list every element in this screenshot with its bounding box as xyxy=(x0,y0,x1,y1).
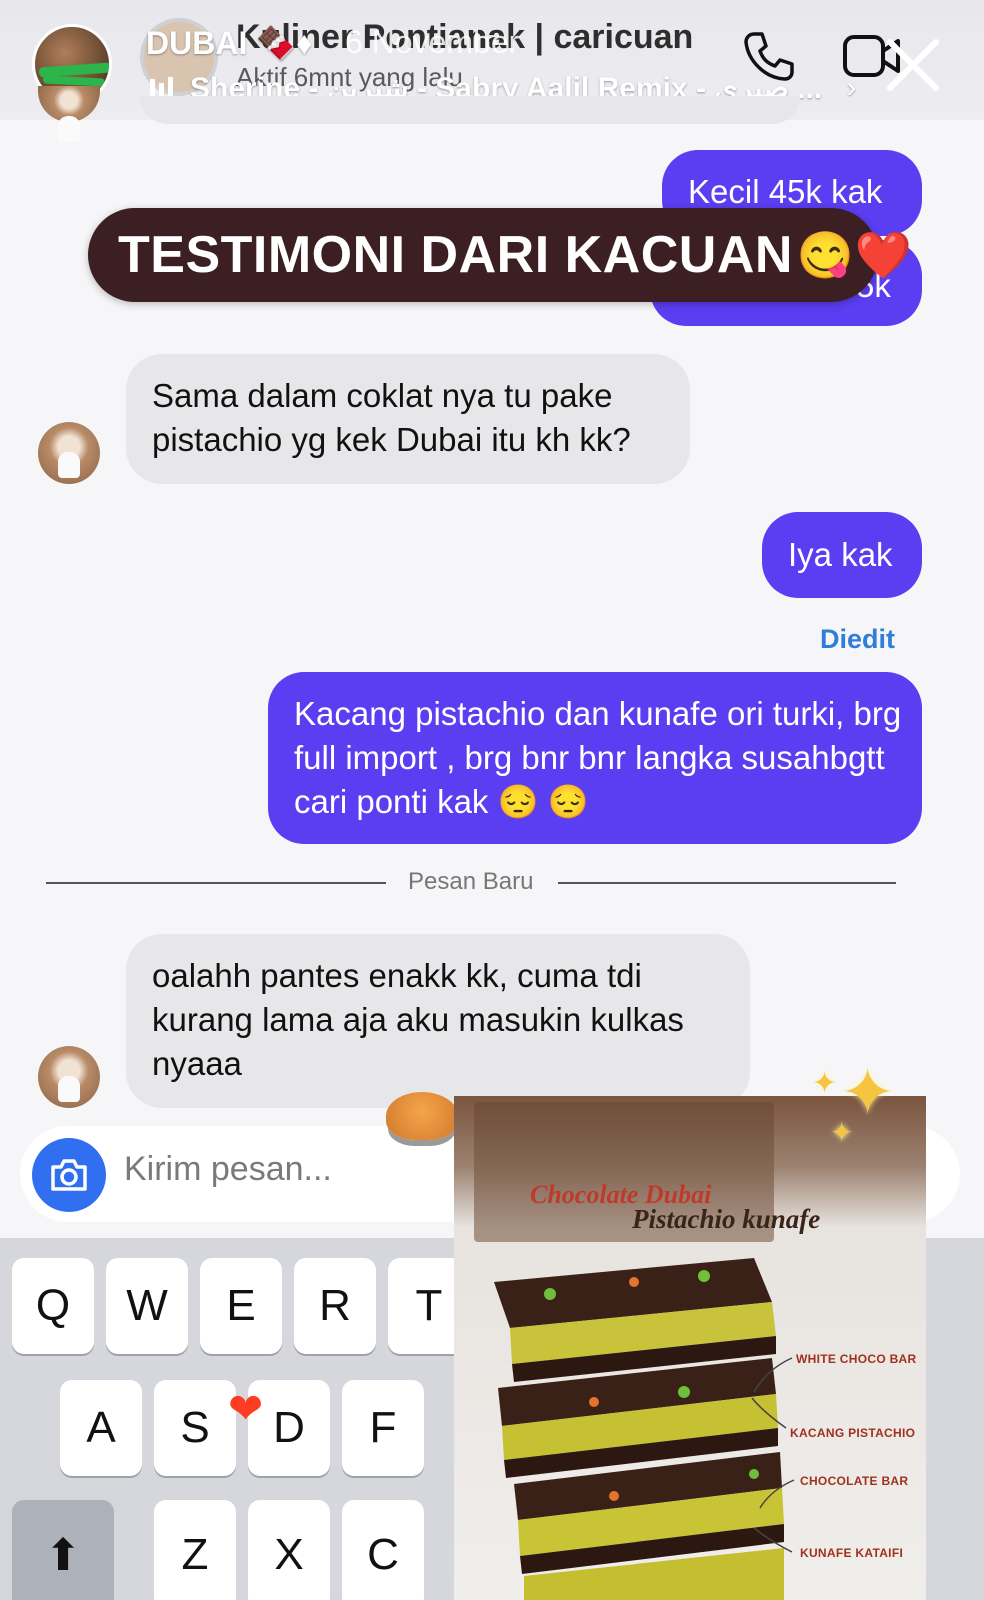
message-incoming[interactable]: Sama dalam coklat nya tu pake pistachio … xyxy=(126,354,690,484)
heart-sticker: ❤ xyxy=(228,1385,264,1432)
ingredient-label: KUNAFE KATAIFI xyxy=(800,1546,904,1560)
banner-text: TESTIMONI DARI KACUAN xyxy=(118,226,793,284)
message-incoming[interactable]: oalahh pantes enakk kk, cuma tdi kurang … xyxy=(126,934,750,1108)
key-r[interactable]: R xyxy=(294,1258,376,1354)
testimonial-banner: TESTIMONI DARI KACUAN 😋❤️ xyxy=(88,208,912,302)
camera-icon xyxy=(51,1159,87,1191)
banner-emoji: 😋❤️ xyxy=(796,228,913,281)
message-outgoing[interactable]: Kacang pistachio dan kunafe ori turki, b… xyxy=(268,672,922,844)
divider-line xyxy=(46,882,386,884)
new-messages-divider: Pesan Baru xyxy=(408,868,534,895)
key-z[interactable]: Z xyxy=(154,1500,236,1600)
phone-call-icon[interactable] xyxy=(740,28,796,84)
ingredient-label: CHOCOLATE BAR xyxy=(800,1474,909,1488)
story-username[interactable]: DUBAI 🍫♦ xyxy=(146,24,312,62)
key-w[interactable]: W xyxy=(106,1258,188,1354)
sender-avatar xyxy=(38,422,100,484)
redaction-scribble xyxy=(42,75,106,87)
divider-line xyxy=(558,882,896,884)
ingredient-label: KACANG PISTACHIO xyxy=(790,1426,916,1440)
previous-message-bubble xyxy=(140,96,800,124)
key-x[interactable]: X xyxy=(248,1500,330,1600)
message-text: Kacang pistachio dan kunafe ori turki, b… xyxy=(294,695,902,820)
story-screen: Kuliner Pontianak | caricuan Aktif 6mnt … xyxy=(0,0,984,1600)
ingredient-label: WHITE CHOCO BAR xyxy=(796,1352,917,1366)
message-text: Sama dalam coklat nya tu pake pistachio … xyxy=(152,377,631,458)
sparkle-icon: ✦ xyxy=(812,1067,838,1100)
pie-sticker xyxy=(386,1092,458,1140)
message-text: oalahh pantes enakk kk, cuma tdi kurang … xyxy=(152,957,684,1082)
message-text: Iya kak xyxy=(788,536,893,573)
key-q[interactable]: Q xyxy=(12,1258,94,1354)
key-e[interactable]: E xyxy=(200,1258,282,1354)
product-photo-card: Chocolate Dubai Pistachio kunafe WHITE C… xyxy=(454,1096,926,1600)
edited-label: Diedit xyxy=(820,624,896,654)
key-c[interactable]: C xyxy=(342,1500,424,1600)
message-outgoing[interactable]: Iya kak xyxy=(762,512,922,598)
sender-avatar xyxy=(38,1046,100,1108)
story-date: 6 November xyxy=(345,24,520,60)
key-s[interactable]: S xyxy=(154,1380,236,1476)
sparkle-icon: ✦ xyxy=(830,1117,854,1148)
shift-key[interactable]: ⬆ xyxy=(12,1500,114,1600)
message-input[interactable]: Kirim pesan... xyxy=(124,1150,332,1189)
camera-button[interactable] xyxy=(32,1138,106,1212)
key-a[interactable]: A xyxy=(60,1380,142,1476)
close-icon[interactable] xyxy=(884,36,942,94)
chocolate-bars-illustration xyxy=(494,1258,795,1600)
message-text: Kecil 45k kak xyxy=(688,173,883,210)
key-f[interactable]: F xyxy=(342,1380,424,1476)
